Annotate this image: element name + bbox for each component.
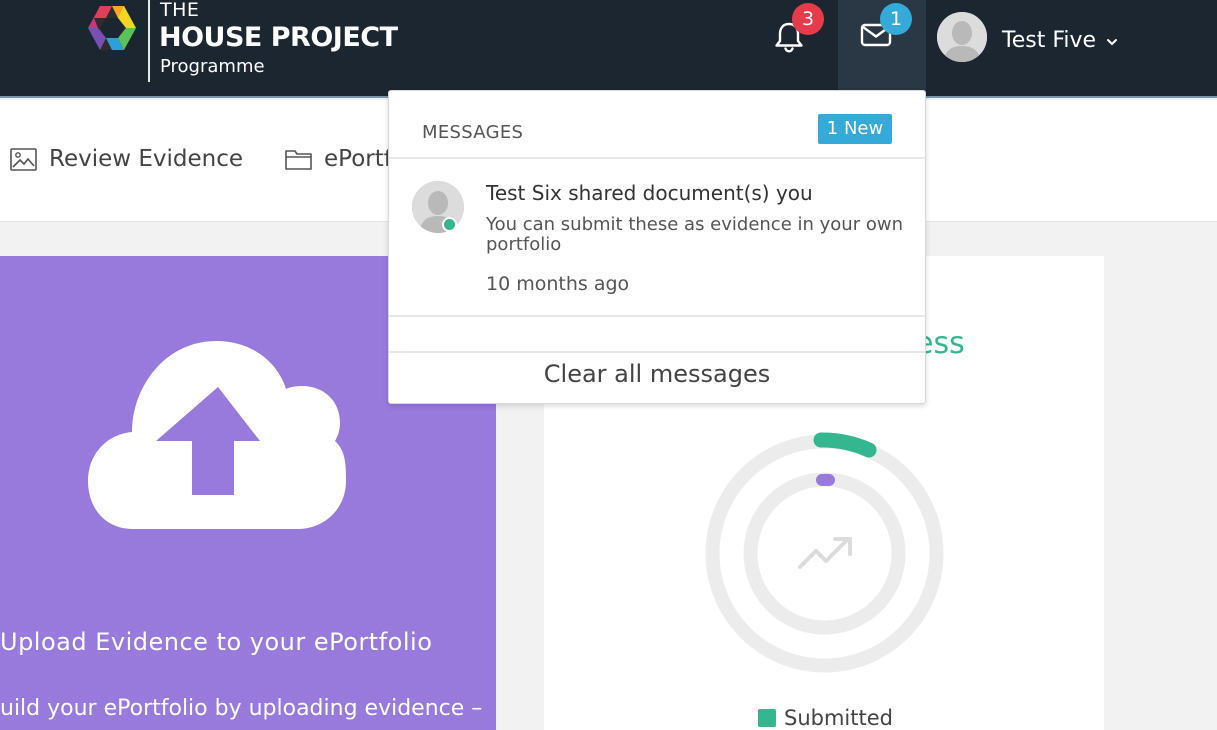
nav-item-eportfolio[interactable]: ePortf bbox=[285, 146, 392, 172]
message-title: Test Six shared document(s) you bbox=[486, 181, 813, 205]
messages-dropdown-title: MESSAGES bbox=[422, 122, 524, 143]
online-status-dot bbox=[442, 217, 457, 232]
new-messages-badge: 1 New bbox=[818, 114, 892, 144]
user-avatar[interactable] bbox=[937, 12, 987, 62]
user-silhouette-icon bbox=[937, 12, 987, 62]
notifications-count-badge: 3 bbox=[792, 3, 824, 35]
top-bar: THE HOUSE PROJECT Programme 3 1 Test Fiv… bbox=[0, 0, 1217, 98]
messages-divider bbox=[389, 317, 925, 353]
nav-item-review-evidence[interactable]: Review Evidence bbox=[10, 146, 243, 172]
message-body: You can submit these as evidence in your… bbox=[486, 214, 903, 255]
legend-label-submitted: Submitted bbox=[784, 706, 893, 730]
trending-up-icon bbox=[798, 537, 852, 569]
nav-item-label: ePortf bbox=[324, 146, 392, 172]
clear-all-messages-button[interactable]: Clear all messages bbox=[389, 355, 925, 403]
messages-count-badge: 1 bbox=[880, 3, 912, 35]
chevron-down-icon[interactable] bbox=[1106, 36, 1118, 48]
upload-card-title: Upload Evidence to your ePortfolio bbox=[0, 628, 433, 656]
logo-main-text: HOUSE PROJECT bbox=[159, 22, 398, 53]
logo-divider bbox=[148, 0, 150, 82]
message-item[interactable]: Test Six shared document(s) you You can … bbox=[389, 161, 925, 317]
message-timestamp: 10 months ago bbox=[486, 273, 630, 295]
upload-card-description: uild your ePortfolio by uploading eviden… bbox=[0, 696, 483, 721]
user-name[interactable]: Test Five bbox=[1002, 28, 1096, 53]
chart-legend: Submitted bbox=[758, 706, 893, 730]
hexagon-logo-icon bbox=[88, 6, 136, 50]
messages-dropdown-header: MESSAGES 1 New bbox=[389, 91, 925, 159]
progress-donut-chart bbox=[705, 432, 944, 673]
messages-dropdown: MESSAGES 1 New Test Six shared document(… bbox=[388, 90, 926, 404]
folder-icon bbox=[285, 150, 312, 170]
logo-programme-text: Programme bbox=[160, 56, 265, 77]
nav-item-label: Review Evidence bbox=[49, 146, 244, 172]
legend-swatch-submitted bbox=[758, 709, 776, 727]
logo-the-text: THE bbox=[160, 0, 200, 21]
image-icon bbox=[10, 147, 37, 171]
cloud-upload-icon bbox=[88, 341, 346, 529]
